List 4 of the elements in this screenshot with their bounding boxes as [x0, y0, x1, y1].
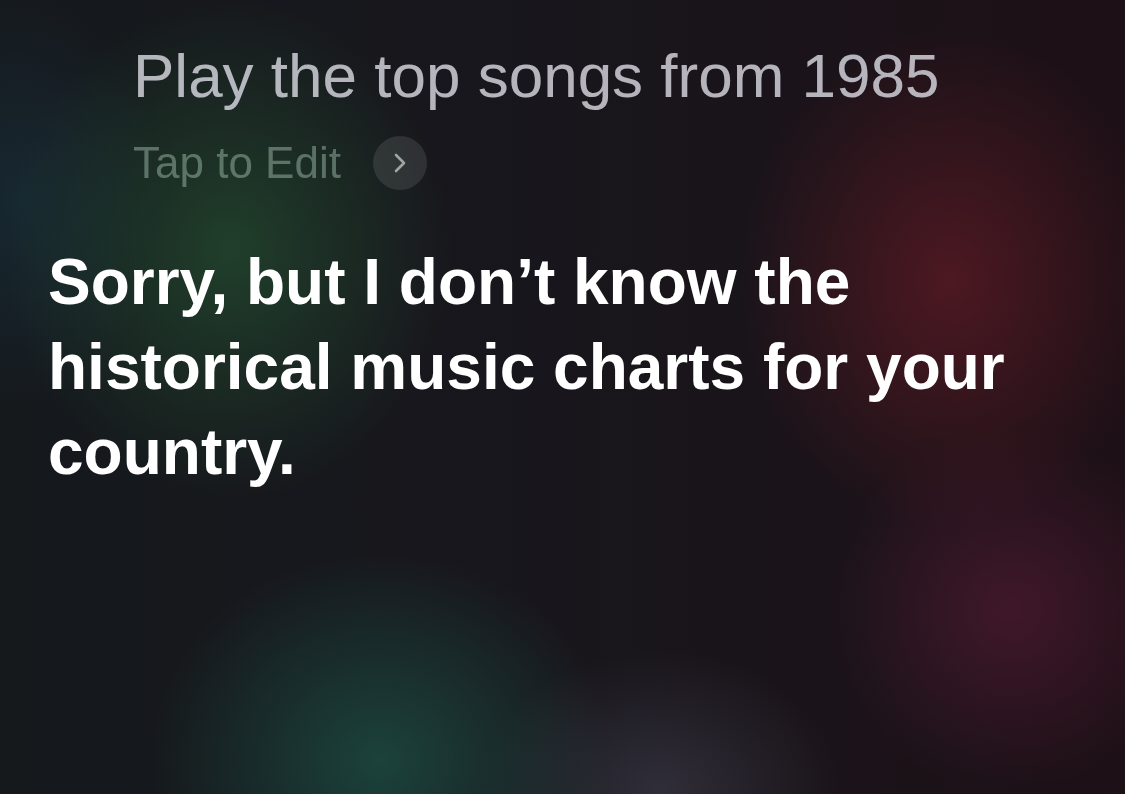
edit-hint[interactable]: Tap to Edit	[133, 136, 341, 190]
spoken-query: Play the top songs from 1985	[133, 40, 941, 112]
siri-response: Sorry, but I don’t know the historical music charts for your country.	[48, 245, 1006, 490]
chevron-right-icon	[393, 153, 406, 173]
